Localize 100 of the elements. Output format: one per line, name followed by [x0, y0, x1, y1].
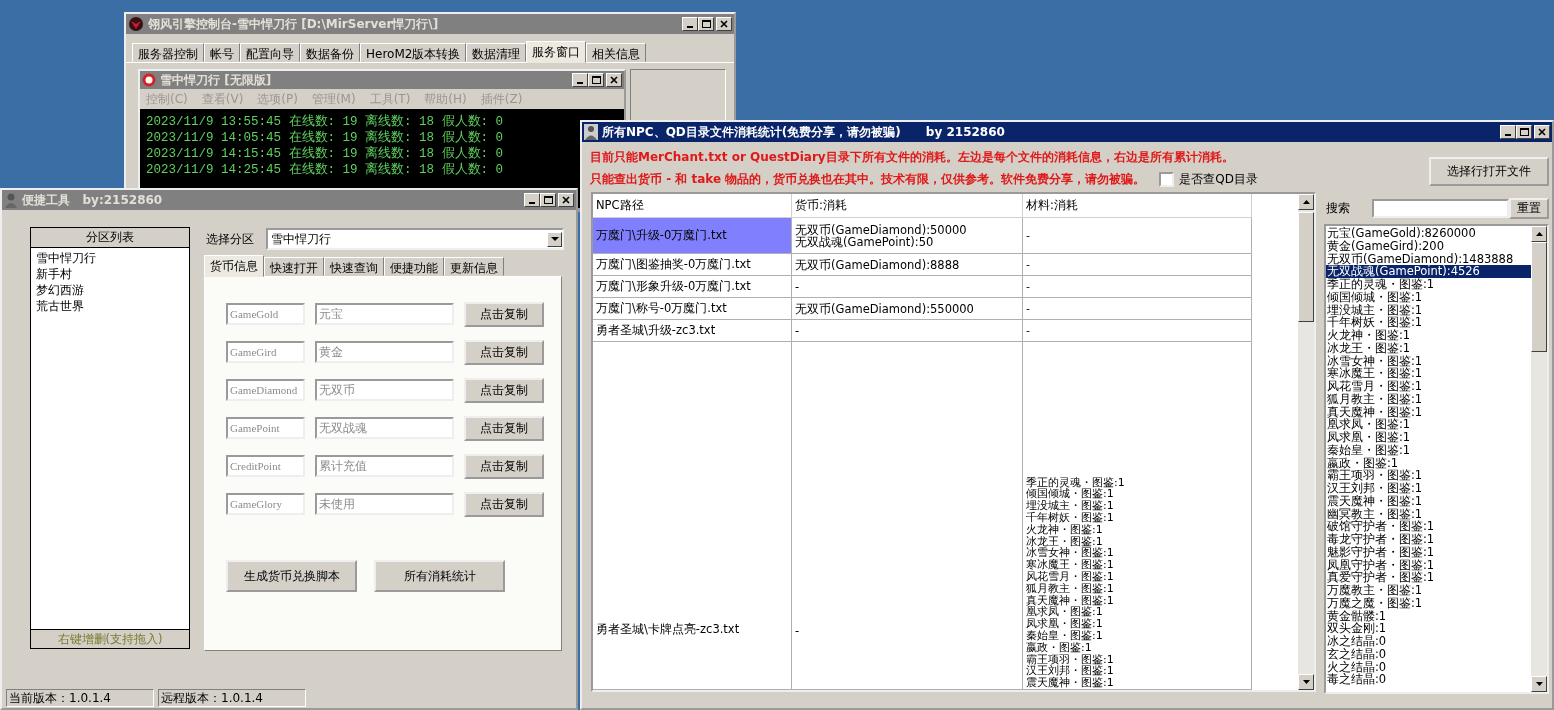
list-item[interactable]: 火之结晶:0 [1326, 660, 1531, 674]
tab[interactable]: 更新信息 [444, 257, 504, 276]
scroll-up-button[interactable] [1531, 226, 1547, 242]
code-field[interactable]: GameDiamond [226, 379, 305, 401]
list-item[interactable]: 季正的灵魂・图鉴:1 [1326, 278, 1531, 291]
code-field[interactable]: GamePoint [226, 417, 305, 439]
partition-dropdown[interactable]: 雪中悍刀行 [266, 228, 564, 250]
copy-button[interactable]: 点击复制 [464, 453, 544, 479]
list-item[interactable]: 狐月教主・图鉴:1 [1326, 392, 1531, 406]
list-item[interactable]: 秦始皇・图鉴:1 [1326, 443, 1531, 457]
list-item[interactable]: 风花雪月・图鉴:1 [1326, 380, 1531, 393]
scroll-up-button[interactable] [1298, 194, 1314, 210]
tab[interactable]: 数据清理 [466, 43, 527, 62]
list-item[interactable]: 嬴政・图鉴:1 [1326, 456, 1531, 470]
list-item[interactable]: 雪中悍刀行 [36, 250, 184, 266]
list-item[interactable]: 玄之结晶:0 [1326, 647, 1531, 661]
copy-button[interactable]: 点击复制 [464, 491, 544, 517]
qd-checkbox[interactable]: 是否查QD目录 [1159, 170, 1258, 188]
list-item[interactable]: 冰之结晶:0 [1326, 635, 1531, 648]
list-item[interactable]: 毒之结晶:0 [1326, 673, 1531, 686]
checkbox[interactable] [1159, 171, 1175, 187]
table-cell[interactable]: 勇者圣城\升级-zc3.txt [593, 320, 792, 342]
name-field[interactable]: 黄金 [315, 341, 454, 363]
list-item[interactable]: 万魔之魔・图鉴:1 [1326, 596, 1531, 610]
tab[interactable]: HeroM2版本转换 [360, 43, 467, 62]
tab[interactable]: 数据备份 [300, 43, 360, 62]
list-item[interactable]: 新手村 [36, 266, 184, 282]
copy-button[interactable]: 点击复制 [464, 377, 544, 403]
tab[interactable]: 服务窗口 [526, 41, 587, 63]
scrollbar[interactable] [1298, 194, 1314, 690]
list-item[interactable]: 真爱守护者・图鉴:1 [1326, 571, 1531, 584]
column-header[interactable]: 货币:消耗 [792, 194, 1023, 218]
list-item[interactable]: 毒龙守护者・图鉴:1 [1326, 533, 1531, 546]
list-item[interactable]: 冰雪女神・图鉴:1 [1326, 354, 1531, 368]
list-item[interactable]: 荒古世界 [36, 298, 184, 314]
list-item[interactable]: 破馆守护者・图鉴:1 [1326, 520, 1531, 533]
action-button[interactable]: 生成货币兑换脚本 [226, 560, 357, 592]
code-field[interactable]: CreditPoint [226, 455, 305, 477]
list-item[interactable]: 震天魔神・图鉴:1 [1326, 494, 1531, 508]
table-cell[interactable]: 勇者圣城\卡牌点亮-zc3.txt [593, 342, 792, 690]
tab[interactable]: 快速打开 [264, 257, 324, 276]
code-field[interactable]: GameGlory [226, 493, 305, 515]
tab[interactable]: 相关信息 [586, 43, 647, 62]
table-cell[interactable]: 万魔门\形象升级-0万魔门.txt [593, 276, 792, 298]
list-item[interactable]: 魅影守护者・图鉴:1 [1326, 545, 1531, 559]
tab[interactable]: 货币信息 [204, 255, 264, 277]
list-item[interactable]: 寒冰魔王・图鉴:1 [1326, 367, 1531, 380]
list-item[interactable]: 万魔教主・图鉴:1 [1326, 584, 1531, 597]
list-item[interactable]: 凤凰守护者・图鉴:1 [1326, 558, 1531, 572]
code-field[interactable]: GameGird [226, 341, 305, 363]
list-item[interactable]: 凤求凰・图鉴:1 [1326, 431, 1531, 444]
column-header[interactable]: 材料:消耗 [1023, 194, 1252, 218]
list-item[interactable]: 黄金(GameGird):200 [1326, 239, 1531, 253]
scrollbar[interactable] [1531, 226, 1547, 692]
tab[interactable]: 帐号 [204, 43, 240, 62]
name-field[interactable]: 无双战魂 [315, 417, 454, 439]
name-field[interactable]: 元宝 [315, 303, 454, 325]
list-item[interactable]: 双头金刚:1 [1326, 622, 1531, 635]
column-header[interactable]: NPC路径 [593, 194, 792, 218]
scroll-down-button[interactable] [1298, 674, 1314, 690]
name-field[interactable]: 未使用 [315, 493, 454, 515]
list-item[interactable]: 黄金骷髅:1 [1326, 609, 1531, 623]
tab[interactable]: 快速查询 [324, 257, 384, 276]
list-item[interactable]: 千年树妖・图鉴:1 [1326, 316, 1531, 329]
list-item[interactable]: 无双战魂(GamePoint):4526 [1326, 265, 1531, 278]
list-item[interactable]: 火龙神・图鉴:1 [1326, 329, 1531, 342]
name-field[interactable]: 无双币 [315, 379, 454, 401]
scroll-down-button[interactable] [1531, 676, 1547, 692]
table-cell[interactable]: 万魔门\图鉴抽奖-0万魔门.txt [593, 254, 792, 276]
tab[interactable]: 配置向导 [240, 43, 300, 62]
search-field[interactable] [1372, 199, 1509, 218]
list-item[interactable]: 元宝(GameGold):8260000 [1326, 227, 1531, 240]
close-button[interactable] [1534, 125, 1550, 139]
list-item[interactable]: 幽冥教主・图鉴:1 [1326, 507, 1531, 521]
copy-button[interactable]: 点击复制 [464, 339, 544, 365]
dropdown-button[interactable] [547, 231, 562, 247]
list-item[interactable]: 无双币(GameDiamond):1483888 [1326, 252, 1531, 266]
scroll-thumb[interactable] [1531, 242, 1547, 352]
name-field[interactable]: 累计充值 [315, 455, 454, 477]
tab[interactable]: 便捷功能 [384, 257, 444, 276]
list-item[interactable]: 凰求凤・图鉴:1 [1326, 418, 1531, 431]
tab[interactable]: 服务器控制 [132, 43, 204, 62]
copy-button[interactable]: 点击复制 [464, 301, 544, 327]
list-item[interactable]: 倾国倾城・图鉴:1 [1326, 290, 1531, 304]
list-item[interactable]: 真天魔神・图鉴:1 [1326, 405, 1531, 419]
action-button[interactable]: 所有消耗统计 [374, 560, 505, 592]
code-field[interactable]: GameGold [226, 303, 305, 325]
maximize-button[interactable] [1516, 125, 1532, 139]
list-item[interactable]: 梦幻西游 [36, 282, 184, 298]
list-item[interactable]: 埋没城主・图鉴:1 [1326, 303, 1531, 317]
open-file-button[interactable]: 选择行打开文件 [1429, 157, 1549, 186]
table-cell[interactable]: 万魔门\称号-0万魔门.txt [593, 298, 792, 320]
list-item[interactable]: 冰龙王・图鉴:1 [1326, 341, 1531, 355]
scroll-thumb[interactable] [1298, 212, 1314, 322]
list-item[interactable]: 霸王项羽・图鉴:1 [1326, 469, 1531, 482]
minimize-button[interactable] [1500, 125, 1516, 139]
reset-button[interactable]: 重置 [1509, 198, 1549, 219]
list-item[interactable]: 汉王刘邦・图鉴:1 [1326, 482, 1531, 495]
table-cell[interactable]: 万魔门\升级-0万魔门.txt [593, 218, 792, 254]
copy-button[interactable]: 点击复制 [464, 415, 544, 441]
